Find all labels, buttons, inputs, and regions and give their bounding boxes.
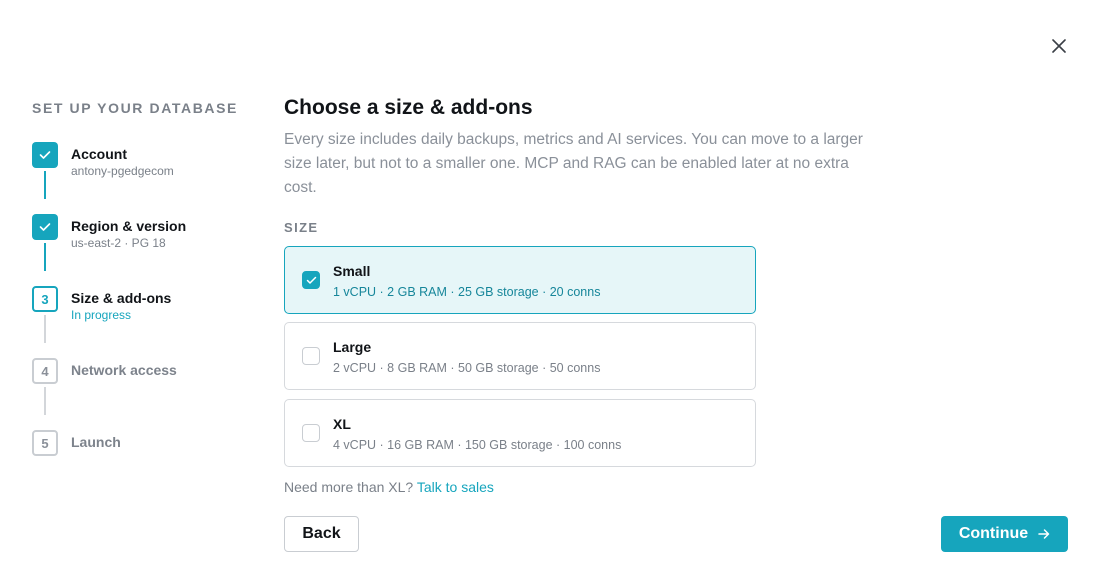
step-launch: 5 Launch — [32, 430, 252, 470]
size-checkbox[interactable] — [302, 347, 320, 365]
size-option-small[interactable]: Small 1 vCPU · 2 GB RAM · 25 GB storage … — [284, 246, 756, 314]
page-title: Choose a size & add-ons — [284, 96, 533, 119]
step-network-access: 4 Network access — [32, 358, 252, 398]
size-checkbox[interactable] — [302, 271, 320, 289]
main-content: Choose a size & add-ons Every size inclu… — [284, 96, 1068, 552]
checkmark-icon — [39, 223, 51, 231]
size-option-large[interactable]: Large 2 vCPU · 8 GB RAM · 50 GB storage … — [284, 322, 756, 390]
step-number-badge: 3 — [32, 286, 58, 312]
size-section-label: SIZE — [284, 220, 319, 235]
step-sublabel: antony-pgedgecom — [71, 164, 174, 178]
close-icon — [1052, 39, 1066, 53]
talk-to-sales-link[interactable]: Talk to sales — [417, 479, 494, 495]
more-sizes-text: Need more than XL? — [284, 479, 414, 495]
step-size-addons[interactable]: 3 Size & add-ons In progress — [32, 286, 252, 326]
step-label: Account — [71, 146, 127, 162]
step-done-badge — [32, 214, 58, 240]
checkmark-icon — [306, 276, 316, 284]
sidebar-title: SET UP YOUR DATABASE — [32, 100, 238, 116]
size-name: Small — [333, 263, 371, 279]
size-specs: 2 vCPU · 8 GB RAM · 50 GB storage · 50 c… — [333, 361, 601, 375]
arrow-right-icon — [1038, 529, 1050, 539]
step-connector — [44, 387, 46, 415]
step-connector — [44, 243, 46, 271]
step-number-badge: 4 — [32, 358, 58, 384]
size-option-xl[interactable]: XL 4 vCPU · 16 GB RAM · 150 GB storage ·… — [284, 399, 756, 467]
size-specs: 4 vCPU · 16 GB RAM · 150 GB storage · 10… — [333, 438, 622, 452]
size-name: Large — [333, 339, 372, 355]
more-sizes-note: Need more than XL? Talk to sales — [284, 479, 494, 495]
step-account[interactable]: Account antony-pgedgecom — [32, 142, 252, 182]
size-name: XL — [333, 416, 351, 432]
step-label: Launch — [71, 434, 121, 450]
setup-sidebar: SET UP YOUR DATABASE Account antony-pged… — [32, 100, 252, 456]
continue-button[interactable]: Continue — [941, 516, 1068, 552]
step-done-badge — [32, 142, 58, 168]
checkmark-icon — [39, 151, 51, 159]
back-button[interactable]: Back — [284, 516, 359, 552]
step-region-version[interactable]: Region & version us-east-2 · PG 18 — [32, 214, 252, 254]
step-number-badge: 5 — [32, 430, 58, 456]
size-specs: 1 vCPU · 2 GB RAM · 25 GB storage · 20 c… — [333, 285, 601, 299]
size-checkbox[interactable] — [302, 424, 320, 442]
step-label: Network access — [71, 362, 177, 378]
page-description: Every size includes daily backups, metri… — [284, 131, 863, 196]
step-connector — [44, 171, 46, 199]
setup-dialog: SET UP YOUR DATABASE Account antony-pged… — [0, 0, 1100, 584]
step-sublabel: us-east-2 · PG 18 — [71, 236, 166, 250]
step-label: Region & version — [71, 218, 187, 234]
step-connector — [44, 315, 46, 343]
continue-label: Continue — [958, 525, 1029, 542]
step-status: In progress — [71, 308, 132, 322]
step-label: Size & add-ons — [71, 290, 172, 306]
close-button[interactable] — [1048, 35, 1070, 57]
